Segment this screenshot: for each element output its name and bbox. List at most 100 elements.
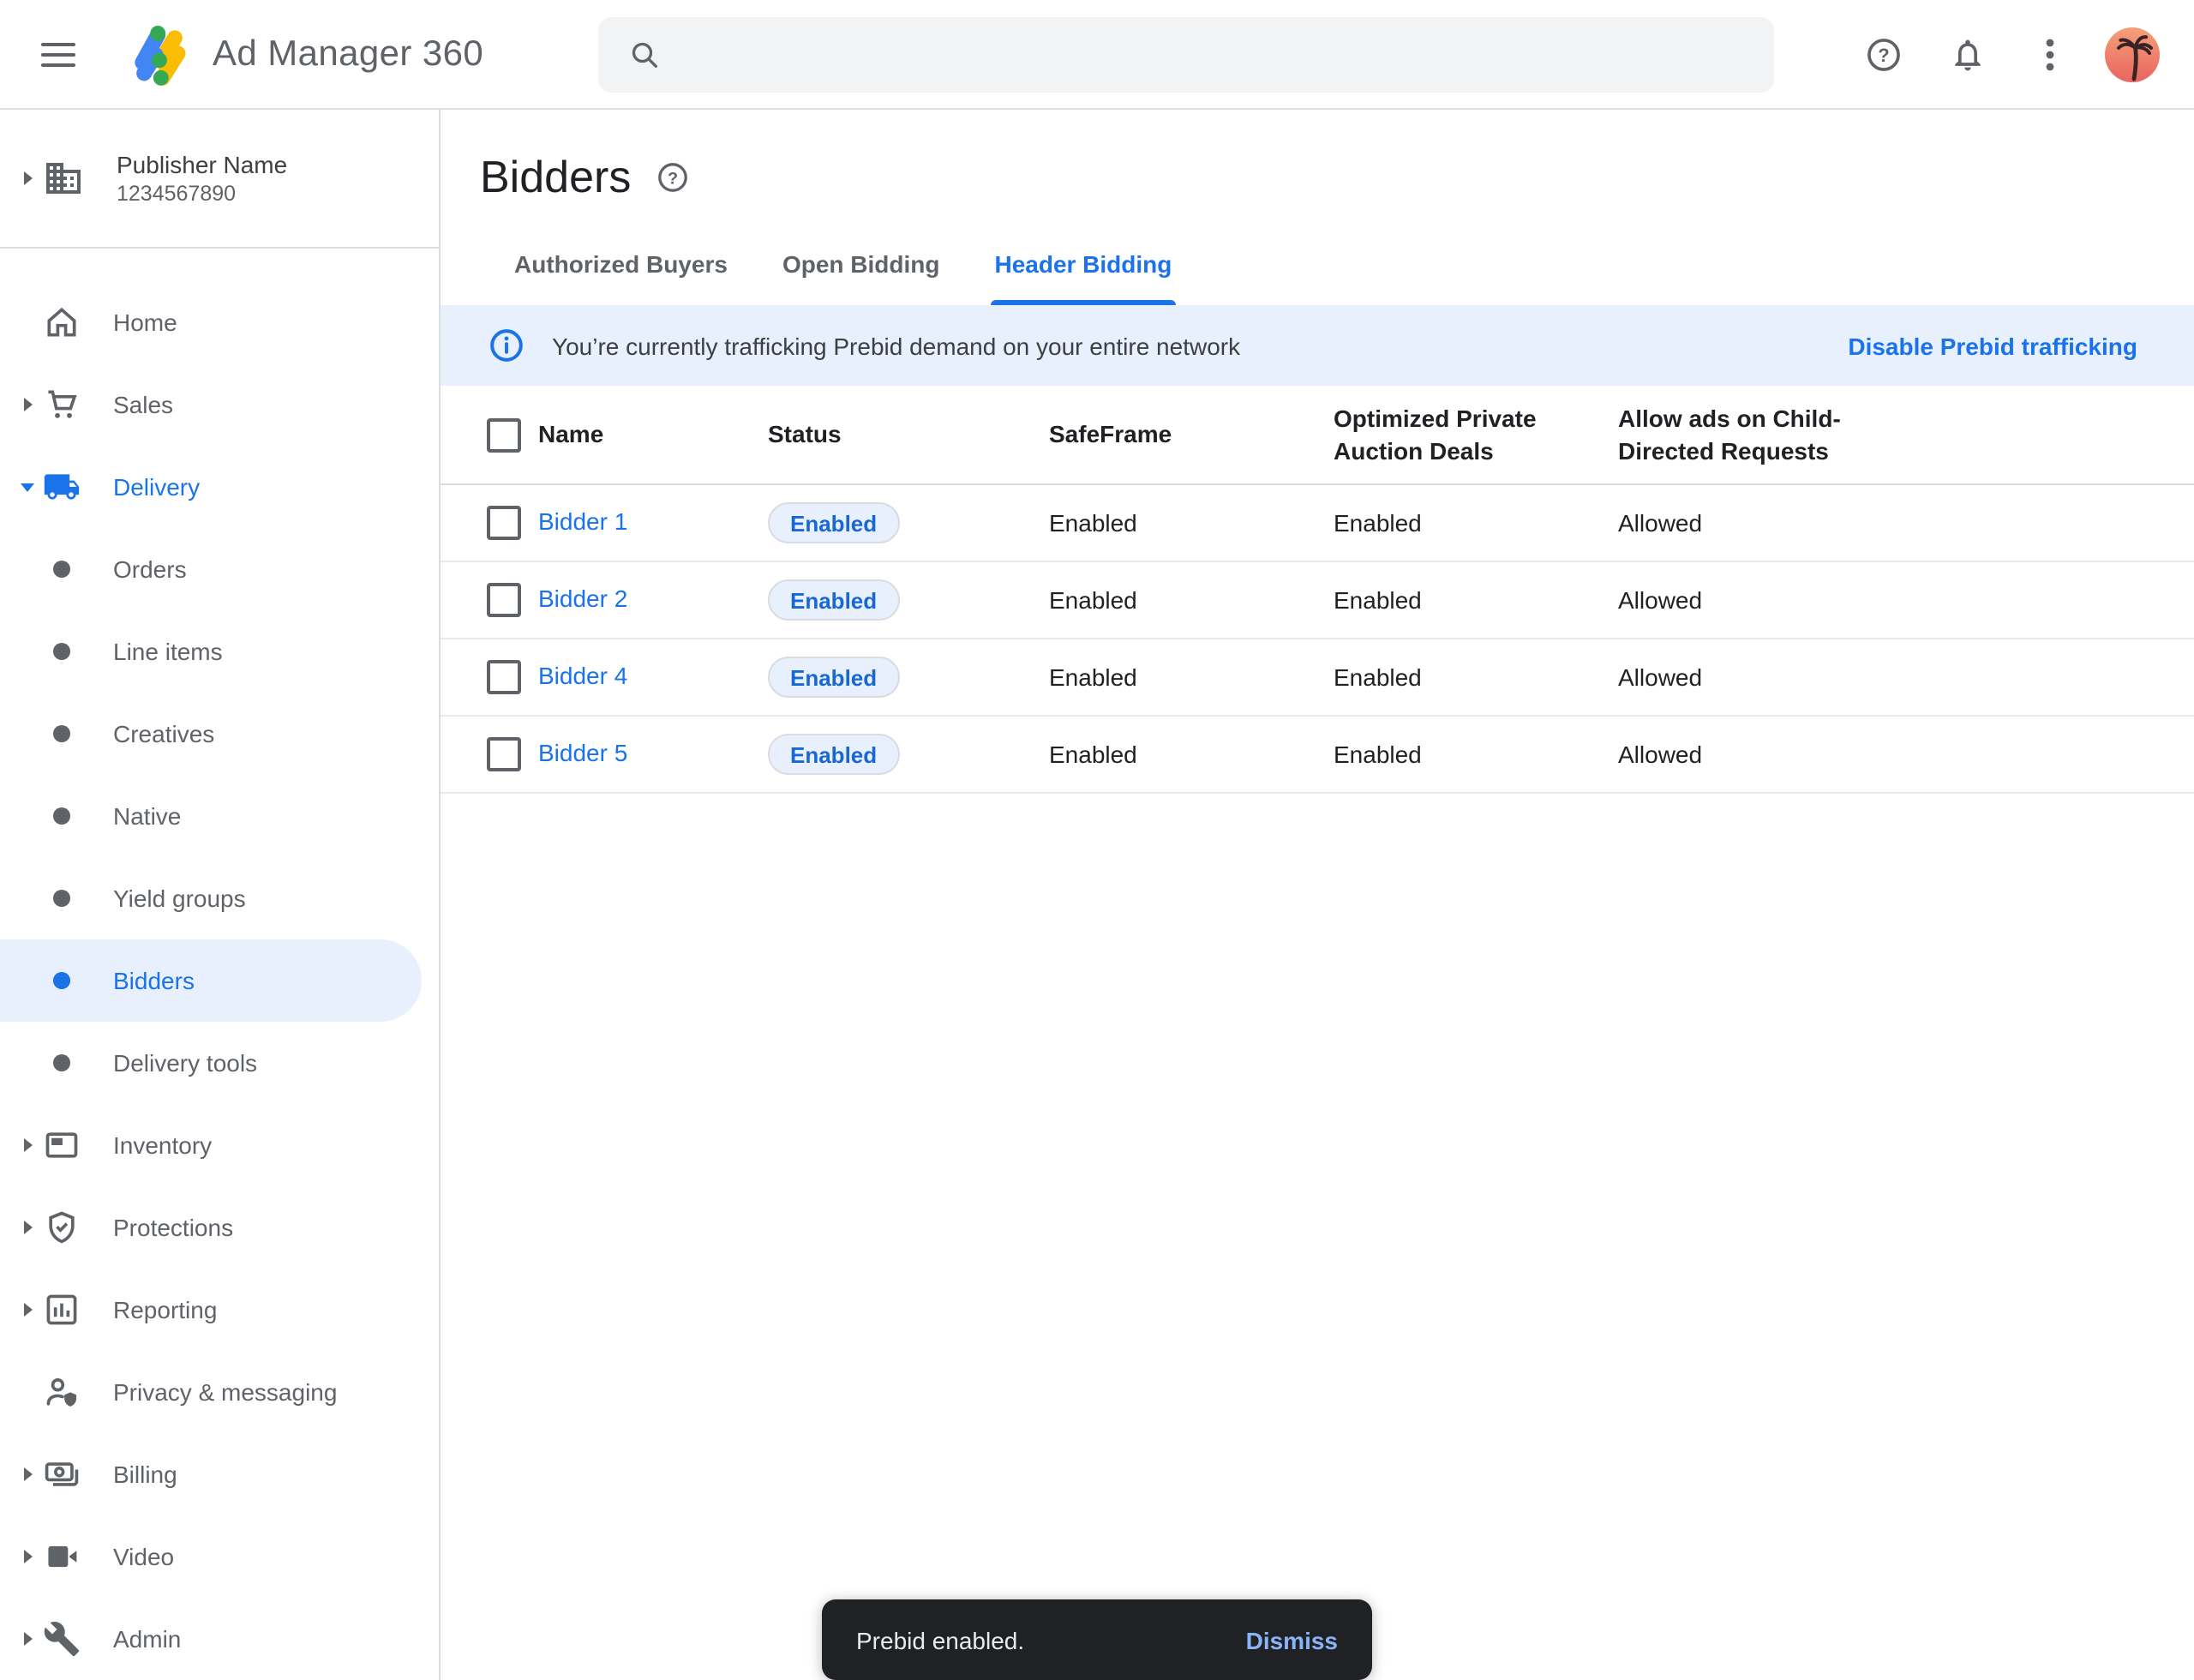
row-checkbox[interactable] — [487, 583, 521, 617]
private-auction-value: Enabled — [1334, 663, 1618, 691]
bullet-icon — [53, 1054, 70, 1071]
expand-arrow-icon — [23, 1303, 32, 1317]
svg-text:?: ? — [668, 169, 678, 188]
row-checkbox[interactable] — [487, 660, 521, 694]
app-title: Ad Manager 360 — [213, 33, 483, 75]
expand-arrow-icon — [23, 398, 32, 411]
sidebar-item-billing[interactable]: Billing — [0, 1433, 439, 1515]
page-title: Bidders — [480, 151, 631, 204]
table-row: Bidder 5 Enabled Enabled Enabled Allowed — [441, 717, 2194, 794]
column-header-child-directed: Allow ads on Child-Directed Requests — [1618, 402, 1892, 467]
child-directed-value: Allowed — [1618, 586, 2194, 614]
table-row: Bidder 4 Enabled Enabled Enabled Allowed — [441, 639, 2194, 717]
search-icon — [627, 38, 662, 72]
tab-authorized-buyers[interactable]: Authorized Buyers — [487, 223, 755, 305]
bidder-link[interactable]: Bidder 1 — [538, 507, 627, 535]
tab-open-bidding[interactable]: Open Bidding — [755, 223, 968, 305]
safeframe-value: Enabled — [1049, 741, 1334, 768]
sidebar-item-privacy-messaging[interactable]: Privacy & messaging — [0, 1351, 439, 1433]
publisher-id: 1234567890 — [117, 180, 287, 207]
table-row: Bidder 2 Enabled Enabled Enabled Allowed — [441, 562, 2194, 639]
svg-text:?: ? — [1878, 44, 1889, 65]
banner-message: You’re currently trafficking Prebid dema… — [552, 332, 1240, 359]
toast-snackbar: Prebid enabled. Dismiss — [822, 1599, 1372, 1680]
collapse-arrow-icon — [21, 483, 34, 491]
status-badge: Enabled — [768, 579, 899, 621]
help-icon[interactable]: ? — [1865, 35, 1903, 73]
publisher-name: Publisher Name — [117, 149, 287, 180]
safeframe-value: Enabled — [1049, 509, 1334, 537]
sidebar-item-line-items[interactable]: Line items — [0, 610, 439, 693]
expand-arrow-icon — [23, 1221, 32, 1234]
bidders-table: Name Status SafeFrame Optimized Private … — [441, 386, 2194, 794]
private-auction-value: Enabled — [1334, 509, 1618, 537]
toast-message: Prebid enabled. — [856, 1626, 1024, 1653]
bar-chart-icon — [43, 1291, 81, 1329]
safeframe-value: Enabled — [1049, 663, 1334, 691]
table-row: Bidder 1 Enabled Enabled Enabled Allowed — [441, 485, 2194, 562]
sidebar-item-bidders[interactable]: Bidders — [0, 939, 422, 1022]
private-auction-value: Enabled — [1334, 586, 1618, 614]
cart-icon — [43, 386, 81, 423]
bullet-icon — [53, 972, 70, 989]
expand-arrow-icon — [23, 1138, 32, 1152]
sidebar-item-native[interactable]: Native — [0, 775, 439, 857]
notifications-bell-icon[interactable] — [1949, 35, 1987, 73]
tab-bar: Authorized Buyers Open Bidding Header Bi… — [441, 223, 1199, 305]
child-directed-value: Allowed — [1618, 741, 2194, 768]
select-all-checkbox[interactable] — [487, 417, 521, 452]
bidder-link[interactable]: Bidder 2 — [538, 585, 627, 612]
expand-arrow-icon — [23, 1550, 32, 1563]
more-options-icon[interactable] — [2040, 35, 2060, 73]
sidebar-item-yield-groups[interactable]: Yield groups — [0, 857, 439, 939]
status-badge: Enabled — [768, 734, 899, 775]
disable-prebid-trafficking-link[interactable]: Disable Prebid trafficking — [1848, 332, 2137, 359]
sidebar-item-sales[interactable]: Sales — [0, 363, 439, 446]
app-window: Ad Manager 360 ? — [0, 0, 2194, 1680]
bullet-icon — [53, 807, 70, 825]
bidder-link[interactable]: Bidder 5 — [538, 739, 627, 766]
bidder-link[interactable]: Bidder 4 — [538, 662, 627, 689]
info-banner: You’re currently trafficking Prebid dema… — [441, 305, 2194, 386]
privacy-person-shield-icon — [43, 1373, 81, 1411]
account-avatar[interactable] — [2105, 27, 2160, 81]
sidebar-item-inventory[interactable]: Inventory — [0, 1104, 439, 1186]
sidebar-item-creatives[interactable]: Creatives — [0, 693, 439, 775]
sidebar: Publisher Name 1234567890 Home Sales Del… — [0, 110, 441, 1680]
expand-arrow-icon — [23, 1467, 32, 1481]
main-content: Bidders ? Authorized Buyers Open Bidding… — [441, 110, 2194, 1680]
publisher-building-icon — [43, 158, 84, 199]
inventory-icon — [43, 1126, 81, 1164]
sidebar-nav: Home Sales Delivery Orders Line item — [0, 249, 439, 1680]
hamburger-menu-icon[interactable] — [41, 35, 75, 73]
bullet-icon — [53, 561, 70, 578]
page-help-icon[interactable]: ? — [656, 161, 689, 194]
child-directed-value: Allowed — [1618, 509, 2194, 537]
sidebar-item-delivery[interactable]: Delivery — [0, 446, 439, 528]
wrench-icon — [43, 1620, 81, 1658]
dismiss-button[interactable]: Dismiss — [1246, 1626, 1338, 1653]
sidebar-item-home[interactable]: Home — [0, 281, 439, 363]
sidebar-item-reporting[interactable]: Reporting — [0, 1269, 439, 1351]
table-header-row: Name Status SafeFrame Optimized Private … — [441, 386, 2194, 485]
sidebar-item-admin[interactable]: Admin — [0, 1598, 439, 1680]
expand-arrow-icon — [23, 171, 32, 185]
ad-manager-logo-icon — [130, 21, 189, 87]
row-checkbox[interactable] — [487, 506, 521, 540]
topbar: Ad Manager 360 ? — [0, 0, 2194, 110]
publisher-selector[interactable]: Publisher Name 1234567890 — [0, 110, 439, 249]
sidebar-item-protections[interactable]: Protections — [0, 1186, 439, 1269]
info-icon — [489, 327, 525, 363]
sidebar-item-delivery-tools[interactable]: Delivery tools — [0, 1022, 439, 1104]
search-input[interactable] — [679, 39, 1774, 70]
search-bar[interactable] — [598, 17, 1774, 93]
sidebar-item-video[interactable]: Video — [0, 1515, 439, 1598]
expand-arrow-icon — [23, 1632, 32, 1646]
row-checkbox[interactable] — [487, 737, 521, 771]
bullet-icon — [53, 890, 70, 907]
child-directed-value: Allowed — [1618, 663, 2194, 691]
sidebar-item-orders[interactable]: Orders — [0, 528, 439, 610]
home-icon — [43, 303, 81, 341]
private-auction-value: Enabled — [1334, 741, 1618, 768]
tab-header-bidding[interactable]: Header Bidding — [967, 223, 1199, 305]
